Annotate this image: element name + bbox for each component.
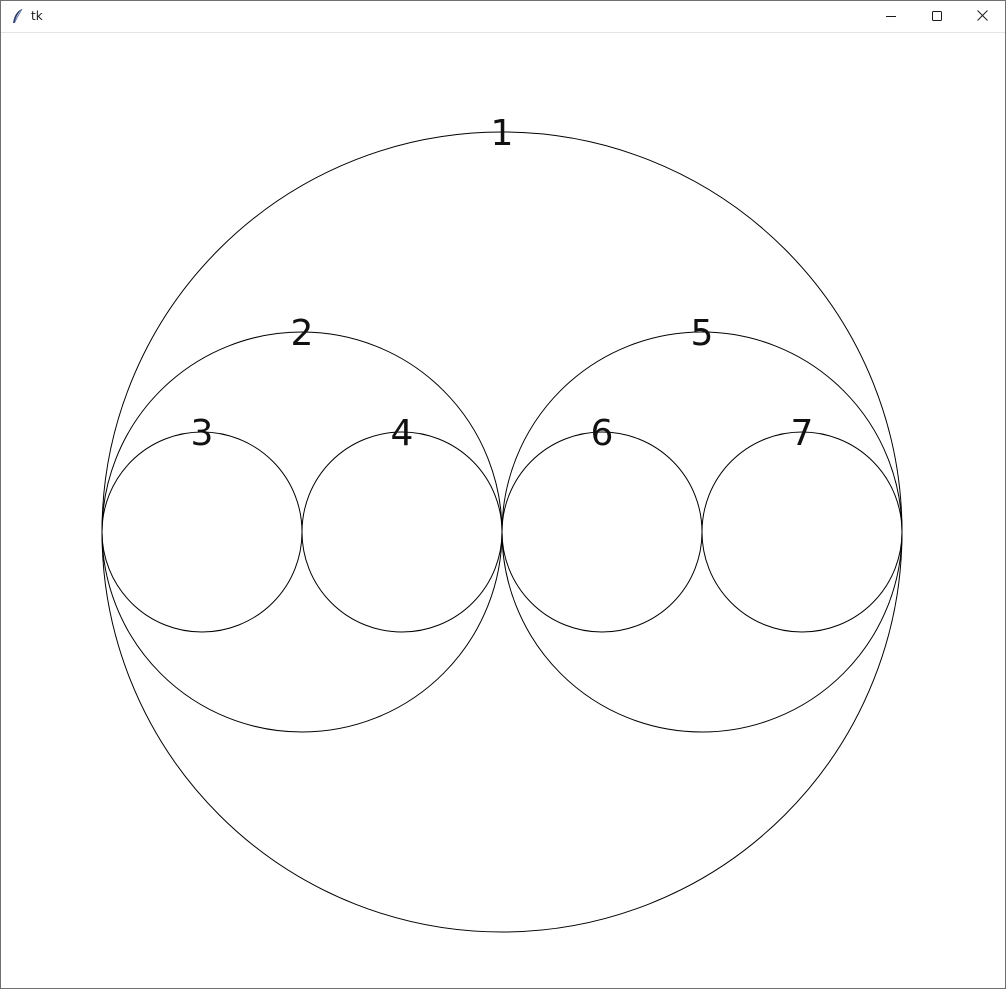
circles-drawing: 1 2 3 4 5 6 7 [101,113,903,933]
circle-label-1: 1 [491,113,514,154]
circle-4 [301,431,503,633]
circle-label-7: 7 [791,413,814,454]
circle-6 [501,431,703,633]
circle-label-5: 5 [691,313,714,354]
circle-label-6: 6 [591,413,614,454]
circle-label-4: 4 [391,413,414,454]
circle-3 [101,431,303,633]
circle-7 [701,431,903,633]
app-window: tk 1 2 3 4 5 6 7 [0,0,1006,989]
circle-label-2: 2 [291,313,314,354]
drawing-canvas[interactable]: 1 2 3 4 5 6 7 [1,33,1005,988]
circle-label-3: 3 [191,413,214,454]
